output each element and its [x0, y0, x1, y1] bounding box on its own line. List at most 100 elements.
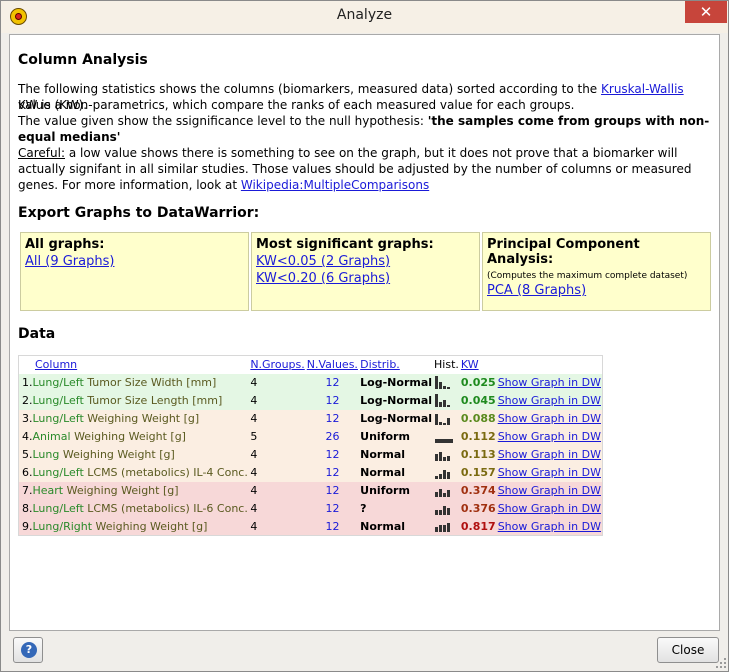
row-index: 2. [22, 394, 33, 407]
row-label: Tumor Size Length [mm] [83, 394, 223, 407]
window-title: Analyze [336, 7, 393, 23]
row-index: 4. [22, 430, 33, 443]
row-nvalues: 12 [325, 502, 340, 515]
show-graph-link[interactable]: Show Graph in DW [498, 466, 601, 479]
row-distrib: Log-Normal [360, 394, 433, 407]
row-kw: 0.112 [460, 430, 496, 443]
row-organ: Lung/Right [32, 519, 93, 533]
row-nvalues: 12 [325, 394, 340, 407]
row-nvalues: 12 [325, 412, 340, 425]
column-header[interactable]: Column [35, 358, 77, 371]
histogram-icon [435, 523, 451, 533]
row-organ: Lung/Left [32, 376, 84, 389]
histogram-icon [435, 505, 451, 515]
row-kw: 0.088 [460, 412, 496, 425]
hist-header: Hist. [434, 358, 459, 372]
analyze-window: Analyze ✕ Column Analysis The following … [0, 0, 729, 672]
close-button[interactable]: Close [657, 637, 719, 663]
row-kw: 0.374 [460, 484, 496, 497]
careful-label: Careful: [18, 146, 65, 160]
row-index: 5. [22, 448, 33, 461]
ngroups-header[interactable]: N.Groups. [250, 358, 304, 371]
pca-title: Principal Component Analysis: [487, 237, 640, 267]
bottom-bar: ? Close [1, 633, 728, 671]
distrib-header[interactable]: Distrib. [360, 358, 400, 371]
row-label: Weighing Weight [g] [92, 519, 208, 533]
histogram-icon [435, 375, 451, 389]
row-ngroups: 4 [250, 466, 258, 479]
row-organ: Lung/Left [32, 412, 84, 425]
show-graph-link[interactable]: Show Graph in DW [498, 430, 601, 443]
histogram-icon [435, 451, 451, 461]
row-index: 7. [22, 484, 33, 497]
histogram-icon [435, 438, 454, 443]
row-ngroups: 5 [250, 430, 258, 443]
table-row: 3.Lung/Left Weighing Weight [g] 4 12 Log-No… [18, 409, 603, 428]
row-nvalues: 12 [325, 466, 340, 479]
row-nvalues: 12 [325, 448, 340, 461]
table-row: 4.Animal Weighing Weight [g] 5 26 Uniform 0.… [18, 427, 603, 446]
careful-paragraph: Careful: a low value shows there is some… [18, 145, 713, 193]
row-index: 1. [22, 376, 33, 389]
show-graph-link[interactable]: Show Graph in DW [498, 502, 601, 515]
pca-link[interactable]: PCA (8 Graphs) [487, 283, 706, 298]
row-index: 6. [22, 466, 33, 479]
pca-box: Principal Component Analysis: (Computes … [482, 232, 711, 311]
row-kw: 0.045 [460, 394, 496, 407]
kw-header[interactable]: KW [461, 358, 479, 371]
nvalues-header[interactable]: N.Values. [307, 358, 358, 371]
row-nvalues: 12 [325, 519, 340, 533]
content-panel: Column Analysis The following statistics… [9, 34, 720, 631]
window-close-button[interactable]: ✕ [685, 1, 727, 23]
table-header-row: Column N.Groups. N.Values. Distrib. Hist… [19, 356, 603, 374]
row-kw: 0.817 [460, 519, 496, 533]
kruskal-wallis-link[interactable]: Kruskal-Wallis [601, 82, 684, 96]
row-organ: Lung [32, 448, 60, 461]
histogram-icon [435, 488, 451, 497]
help-button[interactable]: ? [13, 637, 43, 663]
show-graph-link[interactable]: Show Graph in DW [498, 484, 601, 497]
row-distrib: Log-Normal [360, 412, 433, 425]
histogram-icon [435, 413, 451, 425]
row-ngroups: 4 [250, 394, 258, 407]
row-organ: Lung/Left [32, 394, 84, 407]
data-table: Column N.Groups. N.Values. Distrib. Hist… [18, 355, 603, 536]
table-row: 8.Lung/Left LCMS (metabolics) IL-6 Conc.… [18, 499, 603, 518]
intro-line-2: KW is a non-parametrics, which compare t… [18, 98, 575, 112]
row-label: Tumor Size Width [mm] [83, 376, 217, 389]
row-label: Weighing Weight [g] [63, 484, 179, 497]
row-distrib: ? [360, 502, 367, 515]
row-organ: Lung/Left [32, 502, 84, 515]
row-ngroups: 4 [250, 502, 258, 515]
histogram-icon [435, 469, 451, 479]
table-row: 7.Heart Weighing Weight [g] 4 12 Uniform 0.3… [18, 481, 603, 500]
show-graph-link[interactable]: Show Graph in DW [498, 376, 601, 389]
row-label: Weighing Weight [g] [70, 430, 186, 443]
row-distrib: Uniform [360, 430, 410, 443]
resize-grip-icon[interactable] [715, 657, 727, 669]
kw-020-link[interactable]: KW<0.20 (6 Graphs) [256, 271, 475, 286]
table-row: 9.Lung/Right Weighing Weight [g] 4 12 Norma… [18, 517, 603, 536]
row-nvalues: 26 [325, 430, 340, 443]
row-label: LCMS (metabolics) IL-4 Conc. [83, 466, 248, 479]
show-graph-link[interactable]: Show Graph in DW [498, 394, 601, 407]
table-row: 1.Lung/Left Tumor Size Width [mm] 4 12 Log-… [18, 373, 603, 392]
row-kw: 0.025 [460, 376, 496, 389]
row-distrib: Log-Normal [360, 376, 433, 389]
multiple-comparisons-link[interactable]: Wikipedia:MultipleComparisons [241, 178, 429, 192]
row-ngroups: 4 [250, 376, 258, 389]
column-analysis-heading: Column Analysis [18, 52, 148, 68]
show-graph-link[interactable]: Show Graph in DW [498, 412, 601, 425]
kw-005-link[interactable]: KW<0.05 (2 Graphs) [256, 254, 475, 269]
show-graph-link[interactable]: Show Graph in DW [498, 520, 601, 533]
row-nvalues: 12 [325, 484, 340, 497]
row-distrib: Uniform [360, 484, 410, 497]
row-nvalues: 12 [325, 376, 340, 389]
table-row: 2.Lung/Left Tumor Size Length [mm] 4 12 Log… [18, 391, 603, 410]
row-kw: 0.376 [460, 502, 496, 515]
show-graph-link[interactable]: Show Graph in DW [498, 448, 601, 461]
all-graphs-link[interactable]: All (9 Graphs) [25, 254, 244, 269]
intro-line-3: The value given show the ssignificance l… [18, 113, 713, 145]
row-organ: Animal [32, 430, 71, 443]
row-index: 3. [22, 412, 33, 425]
